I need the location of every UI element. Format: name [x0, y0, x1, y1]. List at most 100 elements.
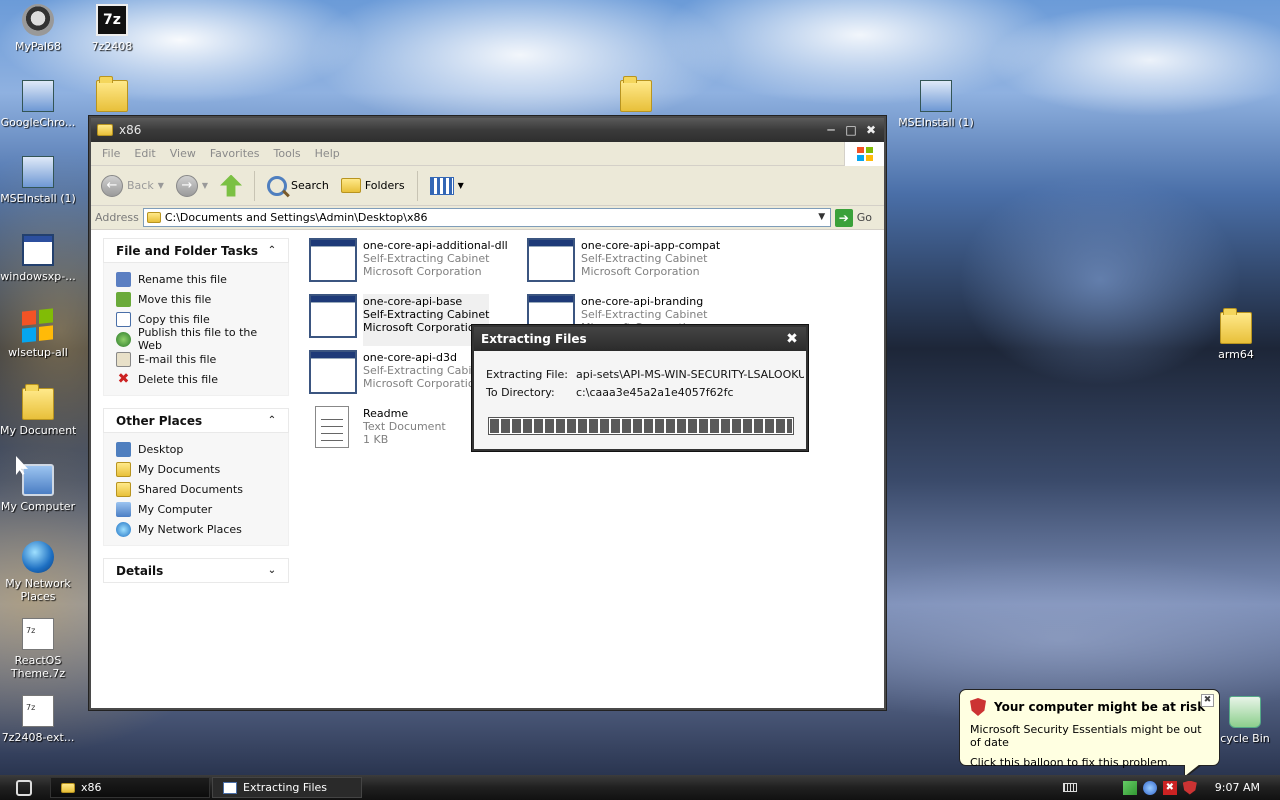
window-titlebar[interactable]: x86 ─ □ ✖ — [91, 118, 884, 142]
desktop-icon-windowsxp[interactable]: windowsxp-... — [0, 234, 76, 283]
task-rename[interactable]: Rename this file — [116, 269, 278, 289]
desktop-icon-label: windowsxp-... — [0, 270, 76, 283]
maximize-icon[interactable]: □ — [844, 123, 858, 137]
folders-button[interactable]: Folders — [337, 176, 409, 195]
menu-bar: File Edit View Favorites Tools Help — [91, 142, 884, 166]
details-header[interactable]: Details ⌄ — [103, 558, 289, 583]
go-arrow-icon: ➔ — [834, 208, 853, 227]
file-name: one-core-api-additional-dll — [363, 239, 508, 252]
menu-file[interactable]: File — [95, 147, 127, 160]
place-my-computer[interactable]: My Computer — [116, 499, 278, 519]
file-company: Microsoft Corporation — [363, 377, 482, 390]
menu-favorites[interactable]: Favorites — [203, 147, 267, 160]
close-icon[interactable]: ✖ — [1201, 694, 1214, 707]
task-move[interactable]: Move this file — [116, 289, 278, 309]
place-my-documents[interactable]: My Documents — [116, 459, 278, 479]
installer-icon — [22, 80, 54, 112]
security-balloon[interactable]: Your computer might be at risk ✖ Microso… — [959, 689, 1220, 775]
desktop-icon-my-computer[interactable]: My Computer — [0, 464, 76, 513]
desktop-icon-my-documents[interactable]: My Documents — [0, 384, 76, 437]
file-folder-tasks-header[interactable]: File and Folder Tasks ⌃ — [103, 238, 289, 263]
task-label: Copy this file — [138, 312, 210, 326]
user-tray-icon[interactable] — [1142, 780, 1157, 795]
progress-fill — [490, 419, 792, 433]
dialog-titlebar[interactable]: Extracting Files ✖ — [474, 327, 806, 351]
views-button[interactable]: ▼ — [426, 175, 468, 197]
go-button[interactable]: ➔ Go — [834, 208, 884, 227]
task-label: Extracting Files — [243, 781, 328, 794]
start-button[interactable] — [0, 775, 48, 800]
cabinet-file-icon — [527, 238, 575, 282]
toolbar-separator — [254, 170, 256, 201]
keyboard-icon[interactable] — [1062, 783, 1077, 792]
desktop-icon-folder[interactable] — [74, 76, 150, 116]
place-label: Desktop — [138, 442, 184, 456]
desktop-icon-folder[interactable] — [598, 76, 674, 116]
desktop-icon-label: MyPal68 — [15, 40, 61, 53]
menu-tools[interactable]: Tools — [267, 147, 308, 160]
desktop-icon-7z2408-ext[interactable]: 7z2408-ext... — [0, 695, 76, 744]
file-type: Self-Extracting Cabinet — [363, 252, 490, 265]
desktop-icon-label: GoogleChro... — [0, 116, 76, 129]
place-shared-documents[interactable]: Shared Documents — [116, 479, 278, 499]
desktop-icon-label: arm64 — [1218, 348, 1254, 361]
menu-view[interactable]: View — [163, 147, 203, 160]
start-icon — [16, 779, 32, 796]
minimize-icon[interactable]: ─ — [824, 123, 838, 137]
desktop-icon-mseinstall-2[interactable]: MSEInstall (1) — [898, 80, 974, 129]
extracting-files-dialog[interactable]: Extracting Files ✖ Extracting File: api-… — [472, 325, 808, 451]
desktop-icon-mypal[interactable]: MyPal68 — [0, 4, 76, 53]
chevron-down-icon[interactable]: ▼ — [813, 209, 830, 226]
delete-icon: ✖ — [117, 370, 130, 387]
desktop-icon-7z2408[interactable]: 7z 7z2408 — [74, 4, 150, 53]
raccoon-icon — [22, 4, 54, 36]
menu-help[interactable]: Help — [308, 147, 347, 160]
back-label: Back — [127, 179, 154, 192]
up-folder-button[interactable] — [216, 173, 246, 199]
place-desktop[interactable]: Desktop — [116, 439, 278, 459]
place-network-places[interactable]: My Network Places — [116, 519, 278, 539]
file-item[interactable]: one-core-api-app-compat Self-Extracting … — [527, 238, 737, 290]
collapse-icon[interactable]: ⌃ — [264, 243, 280, 259]
desktop-icon-wlsetup[interactable]: wlsetup-all — [0, 308, 76, 359]
file-folder-tasks: File and Folder Tasks ⌃ Rename this file… — [103, 238, 289, 396]
taskbar-item-x86[interactable]: x86 — [50, 777, 210, 798]
search-button[interactable]: Search — [263, 174, 333, 198]
explorer-content: File and Folder Tasks ⌃ Rename this file… — [91, 230, 884, 708]
taskbar-item-extracting-files[interactable]: Extracting Files — [212, 777, 362, 798]
desktop-icon-mseinstall[interactable]: MSEInstall (1) — [0, 156, 76, 205]
up-arrow-icon — [220, 174, 243, 197]
balloon-action: Click this balloon to fix this problem. — [970, 756, 1172, 769]
views-icon — [429, 176, 454, 195]
collapse-icon[interactable]: ⌃ — [264, 413, 280, 429]
network-tray-icon[interactable] — [1122, 780, 1137, 795]
extracting-file-label: Extracting File: — [486, 367, 569, 381]
desktop-icon-arm64[interactable]: arm64 — [1198, 308, 1274, 361]
forward-button[interactable]: → ▼ — [172, 173, 212, 199]
task-delete[interactable]: ✖ Delete this file — [116, 369, 278, 389]
menu-edit[interactable]: Edit — [127, 147, 162, 160]
desktop-icon-googlechrome[interactable]: GoogleChro... — [0, 80, 76, 129]
back-button[interactable]: ← Back ▼ — [97, 173, 168, 199]
installer-icon — [22, 156, 54, 188]
other-places-header[interactable]: Other Places ⌃ — [103, 408, 289, 433]
error-tray-icon[interactable]: ✖ — [1162, 780, 1177, 795]
close-icon[interactable]: ✖ — [784, 331, 800, 347]
address-path: C:\Documents and Settings\Admin\Desktop\… — [164, 211, 428, 224]
task-publish[interactable]: Publish this file to the Web — [116, 326, 278, 352]
section-title: File and Folder Tasks — [116, 243, 259, 258]
close-icon[interactable]: ✖ — [864, 123, 878, 137]
forward-arrow-icon: → — [175, 174, 198, 197]
address-input[interactable]: C:\Documents and Settings\Admin\Desktop\… — [142, 208, 831, 227]
file-item[interactable]: one-core-api-additional-dll Self-Extract… — [309, 238, 519, 290]
desktop-icon-recycle-bin[interactable]: cycle Bin — [1210, 696, 1280, 745]
desktop-icon-label: 7z2408 — [91, 40, 133, 53]
task-email[interactable]: E-mail this file — [116, 349, 278, 369]
desktop-icon-reactos-theme[interactable]: ReactOS Theme.7z — [0, 618, 76, 680]
task-label: Rename this file — [138, 272, 227, 286]
desktop-icon-network-places[interactable]: My Network Places — [0, 541, 76, 603]
expand-icon[interactable]: ⌄ — [264, 563, 280, 579]
task-label: Move this file — [138, 292, 212, 306]
shield-tray-icon[interactable] — [1182, 780, 1197, 795]
place-label: My Network Places — [138, 522, 242, 536]
